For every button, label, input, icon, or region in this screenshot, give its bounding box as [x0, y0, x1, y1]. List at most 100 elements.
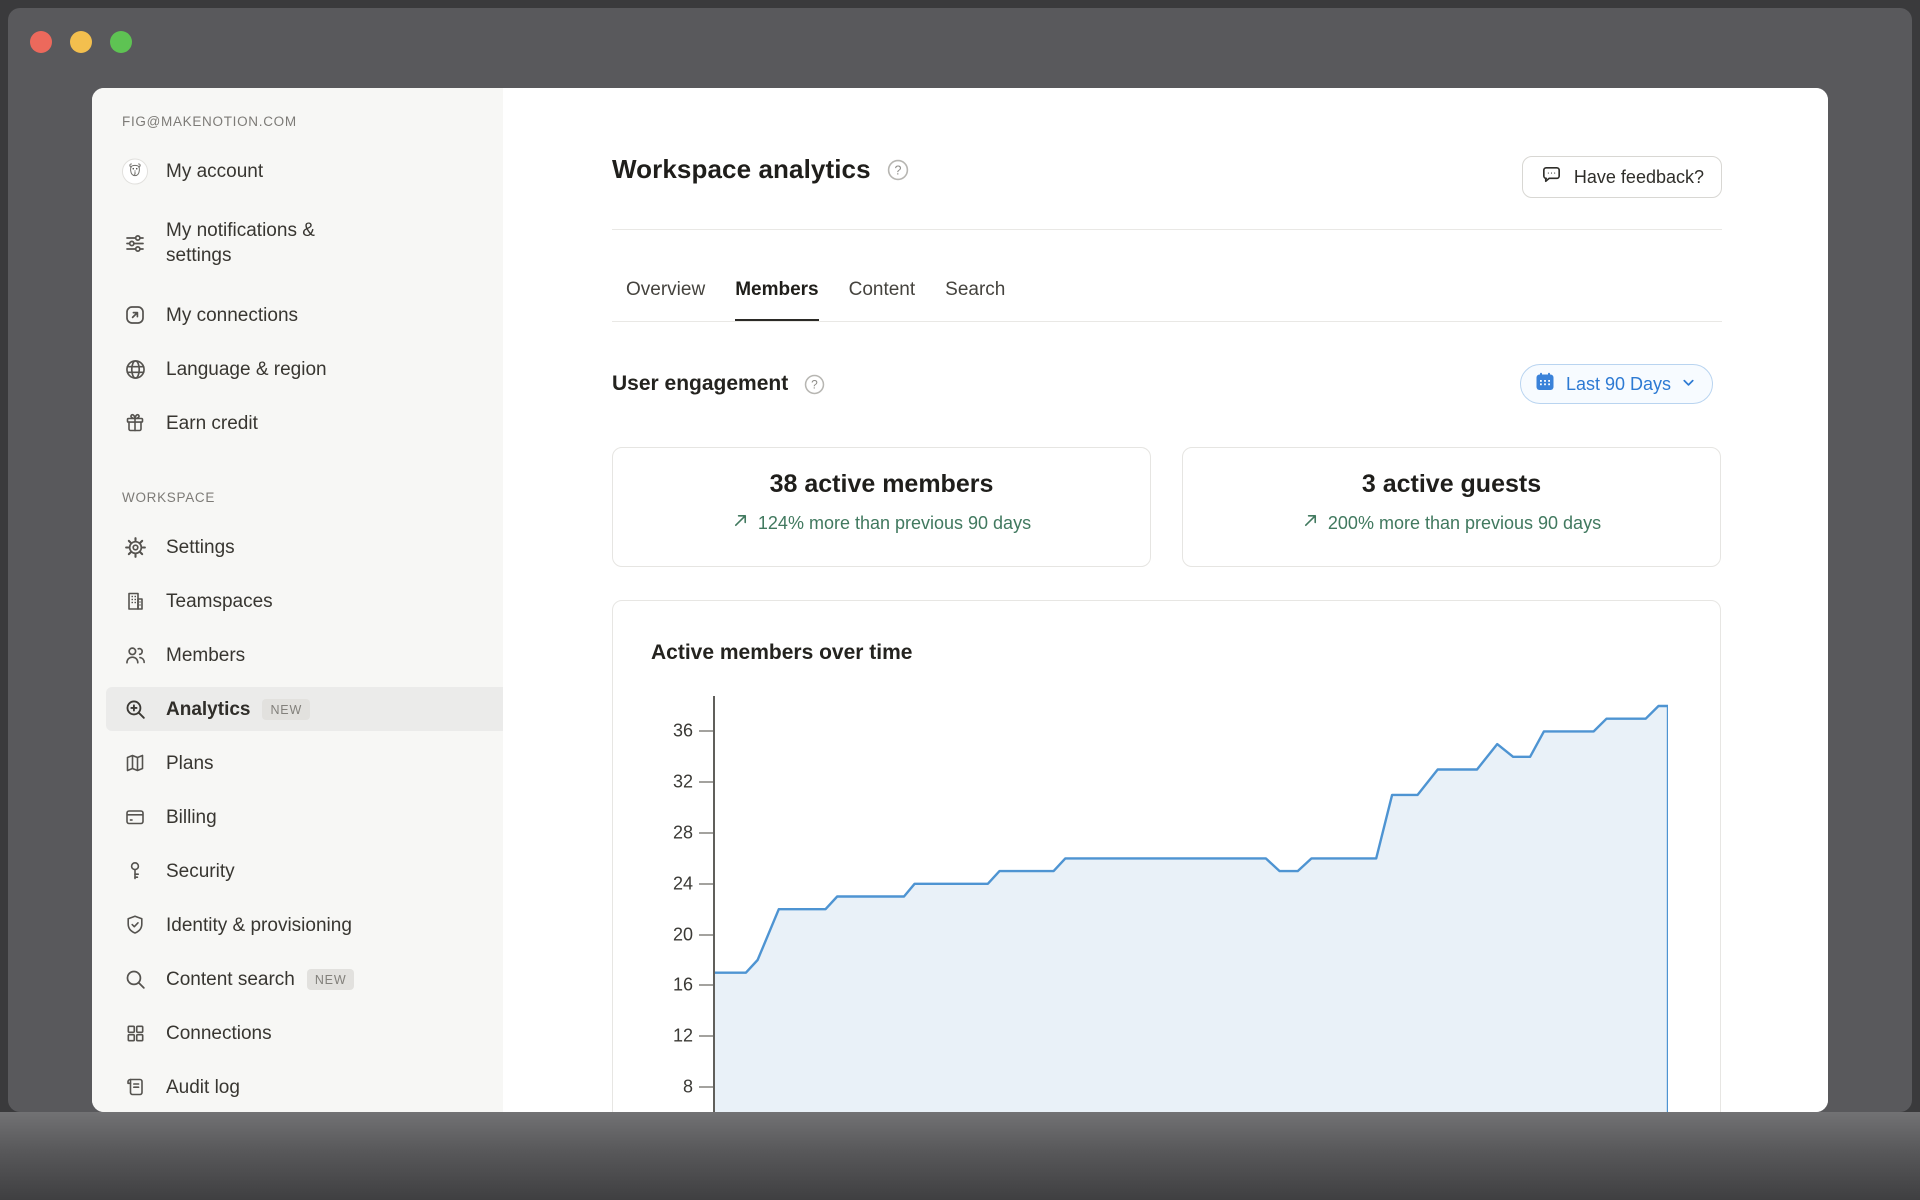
y-tick-mark [699, 933, 713, 936]
sliders-icon [122, 230, 148, 256]
date-range-dropdown[interactable]: Last 90 Days [1519, 364, 1713, 404]
sidebar-item-notifications-settings[interactable]: My notifications & settings [106, 199, 503, 287]
workspace-section-header: WORKSPACE [122, 490, 216, 505]
sidebar-item-label: My notifications & settings [166, 220, 315, 266]
y-tick-label: 28 [672, 822, 693, 843]
minimize-window-button[interactable] [70, 31, 92, 53]
settings-modal: FIG@MAKENOTION.COM My account My notific… [92, 88, 1828, 1112]
active-members-chart-card: Active members over time 36 32 28 24 20 16 12 8 [612, 600, 1721, 1112]
grid-icon [122, 1020, 148, 1046]
sidebar-item-security[interactable]: Security [106, 849, 503, 893]
y-tick-mark [699, 1035, 713, 1038]
sidebar-item-label: Audit log [166, 1076, 240, 1098]
stat-card-active-guests: 3 active guests 200% more than previous … [1182, 447, 1721, 567]
tabs-divider [612, 321, 1722, 322]
have-feedback-button[interactable]: Have feedback? [1521, 156, 1722, 198]
sidebar-item-label: My account [166, 160, 264, 182]
sidebar-item-label: Content search [166, 968, 295, 990]
y-tick-mark [699, 984, 713, 987]
sidebar-item-my-account[interactable]: My account [106, 149, 503, 193]
sidebar-item-plans[interactable]: Plans [106, 741, 503, 785]
close-window-button[interactable] [30, 31, 52, 53]
sidebar-item-analytics[interactable]: Analytics NEW [106, 687, 503, 731]
sidebar-item-label: Members [166, 644, 246, 666]
sidebar-item-audit-log[interactable]: Audit log [106, 1065, 503, 1109]
people-icon [122, 642, 148, 668]
settings-sidebar: FIG@MAKENOTION.COM My account My notific… [92, 88, 503, 1112]
key-icon [122, 858, 148, 884]
chevron-down-icon [1681, 374, 1696, 395]
sidebar-item-connections[interactable]: Connections [106, 1011, 503, 1055]
members-chart-svg [713, 704, 1668, 1112]
magnifier-plus-icon [122, 696, 148, 722]
sidebar-item-earn-credit[interactable]: Earn credit [106, 401, 503, 445]
page-title: Workspace analytics [612, 154, 871, 184]
chart-title: Active members over time [651, 641, 913, 664]
y-tick-mark [699, 781, 713, 784]
y-tick-label: 32 [672, 771, 693, 792]
stat-trend-text: 124% more than previous 90 days [757, 512, 1032, 533]
app-window: FIG@MAKENOTION.COM My account My notific… [8, 8, 1912, 1112]
stat-value: 3 active guests [1361, 470, 1542, 498]
sidebar-item-label: Analytics [166, 698, 251, 720]
y-tick-label: 8 [682, 1076, 693, 1097]
help-icon[interactable]: ? [804, 374, 825, 395]
y-tick-label: 24 [672, 873, 693, 894]
sidebar-item-members[interactable]: Members [106, 633, 503, 677]
tab-overview[interactable]: Overview [626, 278, 705, 322]
sidebar-item-label: Plans [166, 752, 214, 774]
stat-card-active-members: 38 active members 124% more than previou… [612, 447, 1151, 567]
zoom-window-button[interactable] [110, 31, 132, 53]
map-icon [122, 750, 148, 776]
sidebar-item-label: My connections [166, 304, 299, 326]
y-tick-mark [699, 1086, 713, 1088]
gear-icon [122, 534, 148, 560]
sidebar-item-language-region[interactable]: Language & region [106, 347, 503, 391]
tab-members[interactable]: Members [735, 278, 819, 322]
sidebar-item-content-search[interactable]: Content search NEW [106, 957, 503, 1001]
sidebar-item-label: Billing [166, 806, 217, 828]
y-tick-label: 36 [672, 720, 693, 741]
y-tick-mark [699, 882, 713, 885]
tab-search[interactable]: Search [945, 278, 1005, 322]
magnifier-icon [122, 966, 148, 992]
feedback-bubble-icon [1540, 163, 1563, 191]
sidebar-item-my-connections[interactable]: My connections [106, 293, 503, 337]
sidebar-item-identity-provisioning[interactable]: Identity & provisioning [106, 903, 503, 947]
window-controls [30, 31, 132, 53]
y-tick-mark [699, 832, 713, 834]
sidebar-item-label: Settings [166, 536, 235, 558]
sidebar-item-label: Security [166, 860, 235, 882]
sidebar-item-label: Teamspaces [166, 590, 273, 612]
shield-check-icon [122, 912, 148, 938]
help-icon[interactable]: ? [887, 159, 909, 181]
analytics-tabs: Overview Members Content Search [626, 278, 1005, 322]
header-divider [612, 229, 1722, 230]
sidebar-item-label: Identity & provisioning [166, 914, 352, 936]
tab-content[interactable]: Content [849, 278, 916, 322]
arrow-up-right-box-icon [122, 302, 148, 328]
svg-text:?: ? [811, 377, 818, 391]
section-title-user-engagement: User engagement [612, 372, 789, 395]
y-tick-label: 12 [672, 1025, 693, 1046]
credit-card-icon [122, 804, 148, 830]
sidebar-item-label: Earn credit [166, 412, 258, 434]
y-tick-label: 20 [672, 924, 693, 945]
trend-up-icon [732, 512, 749, 534]
new-badge: NEW [262, 698, 311, 720]
sidebar-item-label: Connections [166, 1022, 272, 1044]
stat-value: 38 active members [769, 470, 994, 498]
desktop-background [0, 1112, 1920, 1200]
sidebar-item-settings[interactable]: Settings [106, 525, 503, 569]
sidebar-item-teamspaces[interactable]: Teamspaces [106, 579, 503, 623]
trend-up-icon [1302, 512, 1319, 534]
sidebar-item-label: Language & region [166, 358, 327, 380]
sidebar-item-billing[interactable]: Billing [106, 795, 503, 839]
globe-icon [122, 356, 148, 382]
analytics-page: Workspace analytics ? Have feedback? Ove… [503, 88, 1828, 1112]
scroll-icon [122, 1074, 148, 1100]
y-tick-label: 16 [672, 974, 693, 995]
stat-trend-text: 200% more than previous 90 days [1327, 512, 1602, 533]
y-axis-line [713, 696, 715, 1112]
svg-text:?: ? [894, 163, 901, 177]
